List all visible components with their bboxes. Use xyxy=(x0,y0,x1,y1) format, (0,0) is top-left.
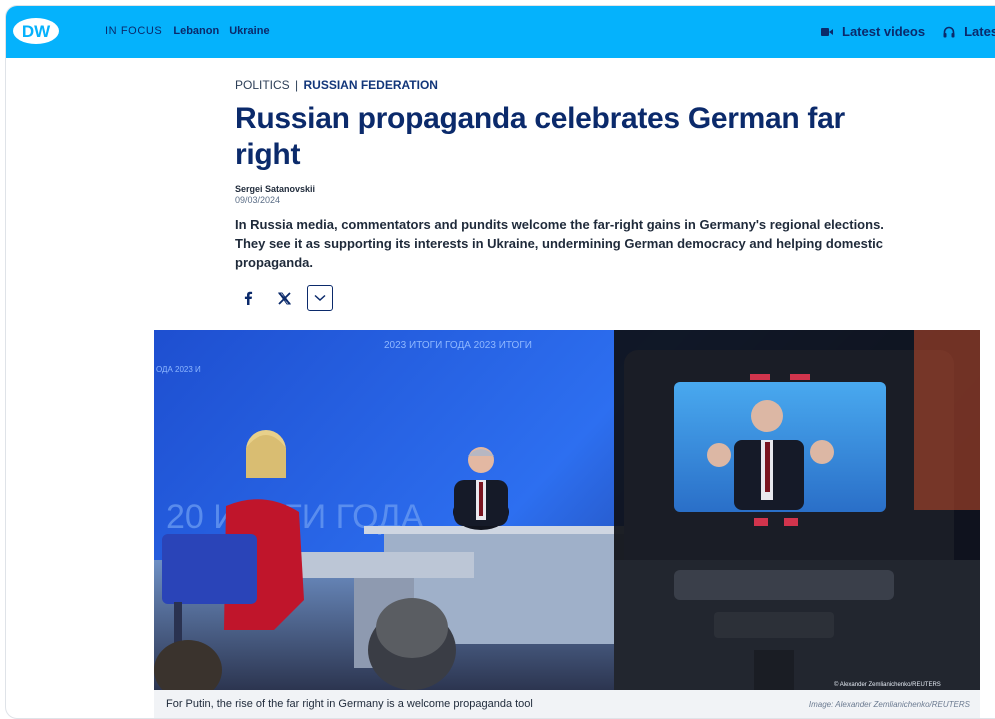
video-camera-icon xyxy=(821,27,833,36)
svg-text:© Alexander Zemlianichenko/REU: © Alexander Zemlianichenko/REUTERS xyxy=(834,681,941,688)
article-author[interactable]: Sergei Satanovskii xyxy=(235,184,915,194)
nav-link-lebanon[interactable]: Lebanon xyxy=(173,25,219,37)
article-teaser: In Russia media, commentators and pundit… xyxy=(235,217,884,270)
latest-videos-label: Latest videos xyxy=(842,24,926,39)
browser-frame: DW IN FOCUS Lebanon Ukraine Latest video… xyxy=(5,5,995,719)
image-credit: Image: Alexander Zemlianichenko/REUTERS xyxy=(808,699,970,709)
share-x-button[interactable] xyxy=(271,285,297,311)
site-header: DW IN FOCUS Lebanon Ukraine Latest video… xyxy=(6,6,995,58)
kicker-category[interactable]: POLITICS xyxy=(235,78,290,92)
in-focus-label: IN FOCUS xyxy=(105,25,163,37)
share-more-button[interactable] xyxy=(307,285,333,311)
latest-audio-label: Latest audio xyxy=(964,24,995,39)
image-caption-bar: For Putin, the rise of the far right in … xyxy=(154,690,980,718)
chevron-down-icon xyxy=(314,294,326,302)
article-date: 09/03/2024 xyxy=(235,195,281,205)
article-header: POLITICS | RUSSIAN FEDERATION Russian pr… xyxy=(235,78,915,272)
article-headline: Russian propaganda celebrates German far… xyxy=(235,102,845,171)
share-bar xyxy=(235,285,333,311)
top-nav: IN FOCUS Lebanon Ukraine xyxy=(105,25,280,37)
image-caption: For Putin, the rise of the far right in … xyxy=(166,698,533,710)
hero-photo-illustration: 2023 ИТОГИ ГОДА 2023 ИТОГИ ОДА 2023 И 20… xyxy=(154,330,980,690)
x-icon xyxy=(277,291,291,305)
latest-audio-link[interactable]: Latest audio xyxy=(943,24,995,39)
article-kicker: POLITICS | RUSSIAN FEDERATION xyxy=(235,78,915,92)
kicker-separator: | xyxy=(295,78,299,92)
svg-text:2023 ИТОГИ ГОДА 2023 ИТОГИ: 2023 ИТОГИ ГОДА 2023 ИТОГИ xyxy=(384,340,532,351)
facebook-icon xyxy=(244,291,253,305)
svg-text:DW: DW xyxy=(22,22,51,41)
media-nav: Latest videos Latest audio xyxy=(821,24,995,39)
kicker-topic[interactable]: RUSSIAN FEDERATION xyxy=(304,78,438,92)
headphones-icon xyxy=(943,26,955,37)
svg-text:ОДА 2023 И: ОДА 2023 И xyxy=(156,365,201,374)
dw-logo[interactable]: DW xyxy=(12,16,60,46)
nav-link-ukraine[interactable]: Ukraine xyxy=(229,25,269,37)
latest-videos-link[interactable]: Latest videos xyxy=(821,24,925,39)
dw-logo-icon: DW xyxy=(13,18,59,44)
article-hero-image[interactable]: 2023 ИТОГИ ГОДА 2023 ИТОГИ ОДА 2023 И 20… xyxy=(154,330,980,690)
share-facebook-button[interactable] xyxy=(235,285,261,311)
